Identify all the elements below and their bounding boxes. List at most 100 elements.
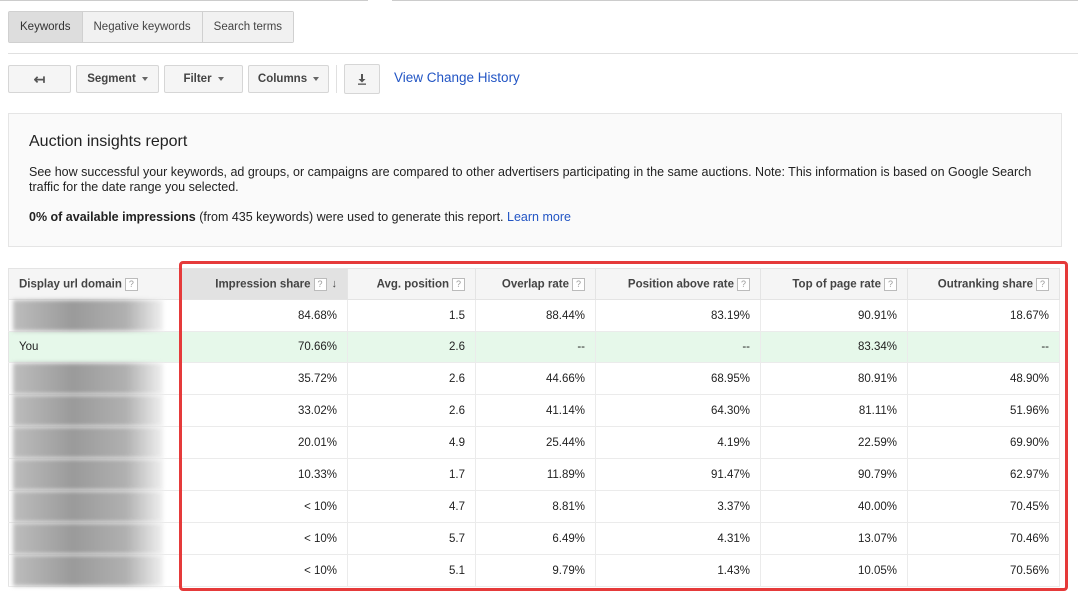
top-of-page-rate-cell: 80.91% [760,362,908,395]
table-row: < 10% 5.1 9.79% 1.43% 10.05% 70.56% [8,554,1060,587]
impression-share-cell: 70.66% [179,331,348,363]
sort-descending-icon: ↓ [331,278,338,291]
position-above-rate-cell: 64.30% [595,394,761,427]
toolbar: ↤ Segment Filter Columns View Change His… [8,64,520,94]
divider [8,53,1078,54]
download-icon [358,73,366,85]
impressions-bold: 0% of available impressions [29,210,196,224]
avg-position-cell: 5.1 [347,554,476,587]
help-icon[interactable]: ? [313,277,327,291]
column-header-domain[interactable]: Display url domain? [8,268,180,300]
column-header-overlap-rate[interactable]: Overlap rate? [475,268,596,300]
outranking-share-cell: -- [907,331,1060,363]
view-change-history-link[interactable]: View Change History [394,70,520,85]
column-header-position-above-rate[interactable]: Position above rate? [595,268,761,300]
top-of-page-rate-cell: 22.59% [760,426,908,459]
overlap-rate-cell: -- [475,331,596,363]
tab-keywords[interactable]: Keywords [9,12,83,42]
segment-label: Segment [87,73,136,85]
top-of-page-rate-cell: 40.00% [760,490,908,523]
column-header-avg-position[interactable]: Avg. position? [347,268,476,300]
overlap-rate-cell: 41.14% [475,394,596,427]
domain-cell [8,554,180,587]
filter-button[interactable]: Filter [164,65,243,93]
redacted-domain [13,427,163,458]
impression-share-cell: 33.02% [179,394,348,427]
overlap-rate-cell: 88.44% [475,299,596,332]
top-of-page-rate-cell: 81.11% [760,394,908,427]
top-of-page-rate-cell: 83.34% [760,331,908,363]
tab-negative-keywords[interactable]: Negative keywords [82,12,203,42]
outranking-share-cell: 51.96% [907,394,1060,427]
position-above-rate-cell: 4.31% [595,522,761,555]
position-above-rate-cell: 1.43% [595,554,761,587]
report-title: Auction insights report [29,133,188,150]
segment-button[interactable]: Segment [76,65,159,93]
domain-cell [8,426,180,459]
position-above-rate-cell: 4.19% [595,426,761,459]
learn-more-link[interactable]: Learn more [507,210,571,224]
position-above-rate-cell: 83.19% [595,299,761,332]
table-row-you: You 70.66% 2.6 -- -- 83.34% -- [8,331,1060,363]
avg-position-cell: 1.5 [347,299,476,332]
column-header-top-of-page-rate[interactable]: Top of page rate? [760,268,908,300]
help-icon[interactable]: ? [1036,277,1049,291]
avg-position-cell: 4.9 [347,426,476,459]
domain-label: You [19,341,39,353]
outranking-share-cell: 70.56% [907,554,1060,587]
table-row: 84.68% 1.5 88.44% 83.19% 90.91% 18.67% [8,299,1060,332]
table-row: 20.01% 4.9 25.44% 4.19% 22.59% 69.90% [8,426,1060,459]
outranking-share-cell: 69.90% [907,426,1060,459]
top-of-page-rate-cell: 90.79% [760,458,908,491]
impression-share-cell: 35.72% [179,362,348,395]
avg-position-cell: 2.6 [347,362,476,395]
redacted-domain [13,459,163,490]
help-icon[interactable]: ? [737,277,750,291]
top-of-page-rate-cell: 10.05% [760,554,908,587]
outranking-share-cell: 70.45% [907,490,1060,523]
domain-cell [8,394,180,427]
chevron-down-icon [313,77,320,81]
avg-position-cell: 2.6 [347,331,476,363]
toolbar-separator [336,65,337,93]
filter-label: Filter [183,73,212,85]
domain-cell: You [8,331,180,363]
auction-insights-table: Display url domain? Impression share? ↓ A… [8,268,1060,587]
columns-button[interactable]: Columns [248,65,329,93]
overlap-rate-cell: 44.66% [475,362,596,395]
top-of-page-rate-cell: 13.07% [760,522,908,555]
redacted-domain [13,300,163,331]
position-above-rate-cell: 3.37% [595,490,761,523]
impression-share-cell: 84.68% [179,299,348,332]
chevron-down-icon [141,77,148,81]
impression-share-cell: < 10% [179,490,348,523]
outranking-share-cell: 70.46% [907,522,1060,555]
table-row: 35.72% 2.6 44.66% 68.95% 80.91% 48.90% [8,362,1060,395]
table-body: 84.68% 1.5 88.44% 83.19% 90.91% 18.67% You 70.6… [8,299,1060,587]
impressions-text: (from 435 keywords) were used to generat… [195,210,508,224]
top-divider [0,0,368,1]
redacted-domain [13,395,163,426]
column-header-impression-share[interactable]: Impression share? ↓ [179,268,348,300]
table-row: < 10% 4.7 8.81% 3.37% 40.00% 70.45% [8,490,1060,523]
help-icon[interactable]: ? [572,277,585,291]
outranking-share-cell: 18.67% [907,299,1060,332]
redacted-domain [13,555,163,586]
redacted-domain [13,491,163,522]
help-icon[interactable]: ? [452,277,465,291]
overlap-rate-cell: 9.79% [475,554,596,587]
column-header-outranking-share[interactable]: Outranking share? [907,268,1060,300]
help-icon[interactable]: ? [124,277,138,291]
overlap-rate-cell: 6.49% [475,522,596,555]
position-above-rate-cell: 68.95% [595,362,761,395]
download-button[interactable] [344,64,380,94]
table-header-row: Display url domain? Impression share? ↓ A… [8,268,1060,300]
report-impressions-note: 0% of available impressions (from 435 ke… [29,210,1041,225]
back-button[interactable]: ↤ [8,65,71,93]
redacted-domain [13,523,163,554]
help-icon[interactable]: ? [884,277,897,291]
tab-search-terms[interactable]: Search terms [202,12,294,42]
columns-label: Columns [257,73,308,85]
top-divider [392,0,1078,1]
table-row: 33.02% 2.6 41.14% 64.30% 81.11% 51.96% [8,394,1060,427]
